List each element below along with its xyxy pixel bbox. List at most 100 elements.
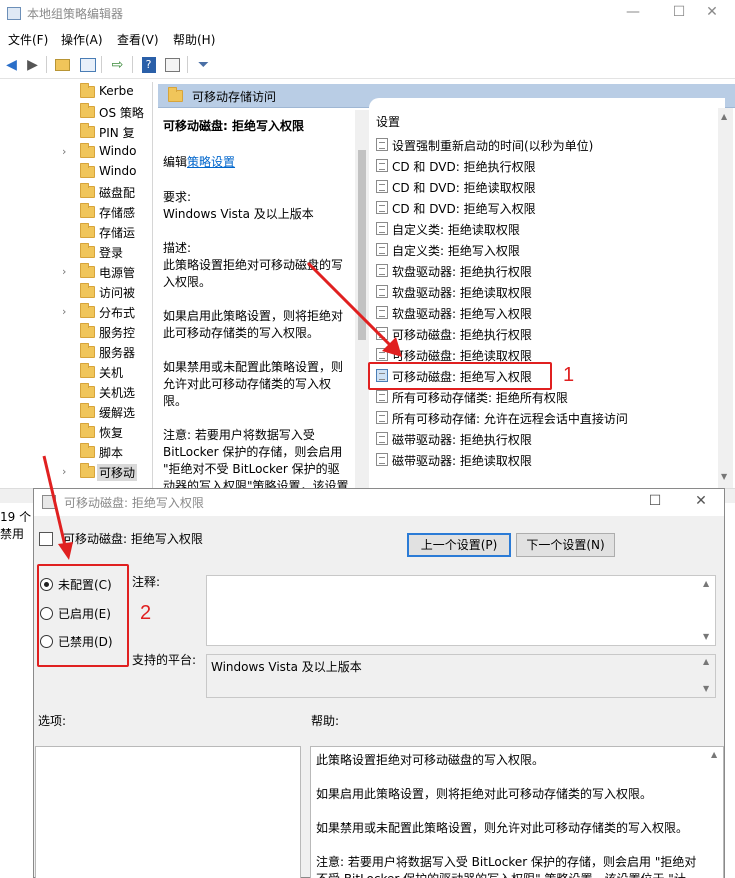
- policy-setting-icon: [376, 138, 388, 151]
- properties-icon[interactable]: [163, 55, 182, 74]
- tree-item[interactable]: › 电源管: [0, 262, 152, 282]
- expand-chevron-icon[interactable]: ›: [62, 145, 66, 158]
- scroll-up-icon[interactable]: ▲: [711, 750, 717, 759]
- tree-item[interactable]: › 分布式: [0, 302, 152, 322]
- menu-action[interactable]: 操作(A): [61, 31, 103, 48]
- up-folder-icon[interactable]: [53, 55, 72, 74]
- tree-item[interactable]: Windo: [0, 162, 152, 182]
- setting-row[interactable]: 自定义类: 拒绝读取权限: [374, 218, 714, 239]
- setting-row[interactable]: 磁带驱动器: 拒绝执行权限: [374, 428, 714, 449]
- tree-item[interactable]: OS 策略: [0, 102, 152, 122]
- edit-policy-link[interactable]: 策略设置: [187, 155, 235, 169]
- minimize-button[interactable]: —: [610, 0, 656, 27]
- tree-item[interactable]: 缓解选: [0, 402, 152, 422]
- comment-field[interactable]: [206, 575, 716, 646]
- settings-column-header[interactable]: 设置: [376, 113, 400, 130]
- folder-icon: [80, 163, 95, 178]
- setting-row[interactable]: CD 和 DVD: 拒绝执行权限: [374, 155, 714, 176]
- tree-item[interactable]: Kerbe: [0, 82, 152, 102]
- setting-label: CD 和 DVD: 拒绝写入权限: [392, 202, 536, 216]
- expand-chevron-icon[interactable]: ›: [62, 305, 66, 318]
- scroll-up-icon[interactable]: ▲: [703, 579, 709, 588]
- previous-setting-button[interactable]: 上一个设置(P): [407, 533, 511, 557]
- dialog-subtitle: 可移动磁盘: 拒绝写入权限: [63, 532, 203, 546]
- setting-row[interactable]: 软盘驱动器: 拒绝写入权限: [374, 302, 714, 323]
- dialog-close-button[interactable]: ✕: [678, 489, 724, 516]
- scroll-down-icon[interactable]: ▼: [703, 632, 709, 641]
- expand-chevron-icon[interactable]: ›: [62, 265, 66, 278]
- dialog-maximize-button[interactable]: ☐: [632, 489, 678, 516]
- dialog-title-bar: 可移动磁盘: 拒绝写入权限 ☐ ✕: [34, 489, 724, 516]
- menu-help[interactable]: 帮助(H): [173, 31, 215, 48]
- folder-icon: [80, 223, 95, 238]
- tree-item[interactable]: › Windo: [0, 142, 152, 162]
- tree-item[interactable]: 访问被: [0, 282, 152, 302]
- tree-item[interactable]: 存储感: [0, 202, 152, 222]
- setting-label: 自定义类: 拒绝写入权限: [392, 244, 520, 258]
- tree-item-label: 磁盘配: [99, 186, 136, 200]
- setting-row[interactable]: CD 和 DVD: 拒绝读取权限: [374, 176, 714, 197]
- scroll-down-icon[interactable]: ▼: [721, 472, 727, 481]
- description-line: 此可移动存储类的写入权限。: [163, 326, 320, 340]
- description-line: 限。: [163, 394, 188, 408]
- setting-label: 磁带驱动器: 拒绝执行权限: [392, 433, 532, 447]
- tree-item-label: 存储感: [99, 206, 136, 220]
- folder-icon: [80, 283, 95, 298]
- scroll-up-icon[interactable]: ▲: [721, 112, 727, 121]
- tree-item[interactable]: 存储运: [0, 222, 152, 242]
- tree-item-label: 关机选: [99, 386, 136, 400]
- forward-icon[interactable]: ▶: [23, 55, 42, 74]
- title-bar: 本地组策略编辑器 — ☐ ✕: [0, 0, 735, 27]
- policy-title: 可移动磁盘: 拒绝写入权限: [163, 119, 304, 133]
- close-button[interactable]: ✕: [689, 0, 735, 27]
- back-icon[interactable]: ◀: [2, 55, 21, 74]
- toolbar-separator: [187, 56, 188, 73]
- tree-item-label: 脚本: [99, 446, 124, 460]
- tree-item[interactable]: 关机: [0, 362, 152, 382]
- toolbar-separator: [132, 56, 133, 73]
- setting-row[interactable]: 软盘驱动器: 拒绝读取权限: [374, 281, 714, 302]
- setting-row[interactable]: 自定义类: 拒绝写入权限: [374, 239, 714, 260]
- setting-label: 软盘驱动器: 拒绝执行权限: [392, 265, 532, 279]
- next-setting-button[interactable]: 下一个设置(N): [516, 533, 615, 557]
- policy-setting-icon: [376, 411, 388, 424]
- folder-icon: [80, 363, 95, 378]
- setting-label: 磁带驱动器: 拒绝读取权限: [392, 454, 532, 468]
- show-hide-tree-icon[interactable]: [78, 55, 97, 74]
- export-list-icon[interactable]: ⇨: [108, 55, 127, 74]
- setting-row[interactable]: 软盘驱动器: 拒绝执行权限: [374, 260, 714, 281]
- folder-icon: [80, 343, 95, 358]
- help-icon[interactable]: ?: [139, 55, 158, 74]
- tree-item[interactable]: 关机选: [0, 382, 152, 402]
- tree-item-label: Windo: [99, 164, 137, 178]
- folder-icon: [168, 87, 183, 102]
- setting-row[interactable]: 所有可移动存储: 允许在远程会话中直接访问: [374, 407, 714, 428]
- setting-label: 自定义类: 拒绝读取权限: [392, 223, 520, 237]
- window-title: 本地组策略编辑器: [27, 7, 124, 21]
- setting-row[interactable]: 磁带驱动器: 拒绝读取权限: [374, 449, 714, 470]
- settings-scrollbar[interactable]: [718, 108, 733, 488]
- menu-file[interactable]: 文件(F): [8, 31, 48, 48]
- tree-item[interactable]: PIN 复: [0, 122, 152, 142]
- folder-icon: [80, 203, 95, 218]
- tree-item-label: 登录: [99, 246, 124, 260]
- setting-label: 可移动磁盘: 拒绝执行权限: [392, 328, 532, 342]
- setting-row[interactable]: 可移动磁盘: 拒绝执行权限: [374, 323, 714, 344]
- tree-item[interactable]: 服务器: [0, 342, 152, 362]
- tree-item[interactable]: 恢复: [0, 422, 152, 442]
- tree-item[interactable]: 登录: [0, 242, 152, 262]
- folder-icon: [80, 423, 95, 438]
- annotation-arrow-icon: [306, 261, 402, 357]
- setting-row[interactable]: 设置强制重新启动的时间(以秒为单位): [374, 134, 714, 155]
- policy-setting-icon: [376, 222, 388, 235]
- folder-icon: [80, 103, 95, 118]
- help-text-line: 不受 BitLocker 保护的驱动器的写入权限" 策略设置，该设置位于 "计: [316, 870, 686, 878]
- filter-icon[interactable]: ⏷: [194, 55, 213, 74]
- tree-item[interactable]: 磁盘配: [0, 182, 152, 202]
- tree-item-label: 访问被: [99, 286, 136, 300]
- menu-view[interactable]: 查看(V): [117, 31, 159, 48]
- scroll-down-icon[interactable]: ▼: [703, 684, 709, 693]
- tree-item[interactable]: 服务控: [0, 322, 152, 342]
- setting-row[interactable]: CD 和 DVD: 拒绝写入权限: [374, 197, 714, 218]
- scroll-up-icon[interactable]: ▲: [703, 657, 709, 666]
